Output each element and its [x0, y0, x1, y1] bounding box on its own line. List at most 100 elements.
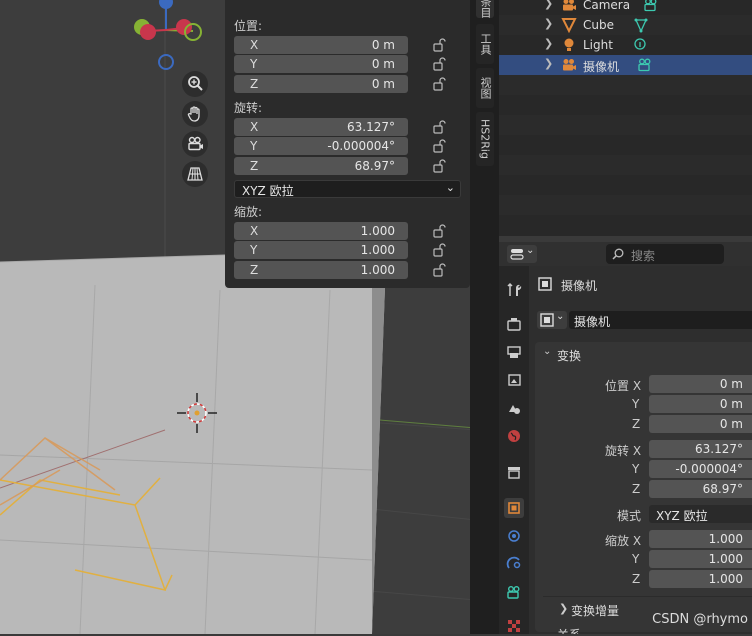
object-name-field[interactable]: 摄像机	[569, 311, 752, 329]
camera-data-icon[interactable]	[637, 57, 653, 73]
collection-icon	[508, 467, 520, 479]
pan-button[interactable]	[182, 101, 208, 127]
field-value: -0.000004°	[327, 139, 395, 153]
tab-view-layer[interactable]	[504, 370, 524, 390]
3d-viewport[interactable]: 位置: X 0 m Y 0 m Z 0 m 旋转: X 63.127° Y -0.0000…	[0, 0, 476, 634]
hand-icon	[187, 106, 200, 122]
camera-data-icon[interactable]	[643, 0, 659, 13]
properties-editor: ⌄ 搜索 摄像机 ⌄ 摄像机 ⌄ 变换 位置 X 0 m Y 0 m Z 0 m	[499, 242, 752, 634]
tab-object[interactable]	[504, 498, 524, 518]
tab-item[interactable]: 条目	[476, 0, 494, 18]
object-icon	[540, 313, 554, 327]
expand-arrow-icon[interactable]: ❯	[544, 17, 553, 30]
mesh-data-icon[interactable]	[633, 17, 649, 33]
scale-heading: 缩放:	[234, 205, 263, 219]
axis-label: Y	[250, 243, 258, 257]
perspective-toggle-button[interactable]	[182, 161, 208, 187]
outliner-row-selected-camera[interactable]: ❯ 摄像机	[499, 55, 752, 75]
cube-object	[0, 255, 385, 634]
editor-type-dropdown[interactable]: ⌄	[507, 245, 537, 263]
tab-output[interactable]	[504, 342, 524, 362]
prop-scale-z-field[interactable]: 1.000	[649, 570, 752, 588]
rotation-mode-dropdown[interactable]: XYZ 欧拉	[649, 505, 752, 523]
lock-icon[interactable]	[432, 224, 446, 238]
object-icon	[538, 277, 552, 291]
search-field[interactable]: 搜索	[606, 244, 724, 264]
constraint-icon	[506, 556, 521, 569]
tab-object-data[interactable]	[504, 582, 524, 602]
relations-panel-title[interactable]: 关系	[557, 626, 581, 634]
location-y-field[interactable]: Y 0 m	[234, 55, 408, 73]
tab-physics[interactable]	[504, 526, 524, 546]
outliner-row-cube[interactable]: ❯ Cube	[499, 15, 752, 35]
field-value: 0 m	[719, 377, 743, 391]
light-object-icon	[564, 38, 574, 51]
lock-icon[interactable]	[432, 120, 446, 134]
tab-world[interactable]	[504, 426, 524, 446]
scale-y-field[interactable]: Y 1.000	[234, 241, 408, 259]
transform-panel-title[interactable]: 变换	[557, 347, 581, 364]
outliner-row-light[interactable]: ❯ Light	[499, 35, 752, 55]
tab-collection[interactable]	[504, 462, 524, 482]
expand-arrow-icon[interactable]: ❯	[544, 0, 553, 10]
divider	[543, 596, 752, 597]
camera-object-icon	[563, 59, 576, 71]
location-z-field[interactable]: Z 0 m	[234, 75, 408, 93]
expand-arrow-icon[interactable]: ❯	[544, 57, 553, 70]
light-data-icon[interactable]	[632, 37, 648, 53]
properties-editor-icon	[510, 249, 524, 260]
scale-x-field[interactable]: X 1.000	[234, 222, 408, 240]
physics-icon	[508, 530, 520, 542]
lock-icon[interactable]	[432, 139, 446, 153]
delta-transform-subpanel[interactable]: 变换增量	[571, 602, 619, 619]
axis-label: X	[250, 120, 259, 134]
chevron-right-icon[interactable]: ❯	[559, 602, 568, 615]
lock-icon[interactable]	[432, 159, 446, 173]
tab-tool-settings[interactable]	[504, 280, 524, 300]
lock-icon[interactable]	[432, 57, 446, 71]
search-icon	[612, 248, 624, 260]
outliner-empty-row	[499, 75, 752, 95]
grid-perspective-icon	[187, 167, 203, 181]
field-value: 63.127°	[695, 442, 743, 456]
zoom-button[interactable]	[182, 71, 208, 97]
tab-scene[interactable]	[504, 398, 524, 418]
tab-constraints[interactable]	[504, 554, 524, 574]
rotation-y-label: Y	[632, 462, 640, 476]
location-x-field[interactable]: X 0 m	[234, 36, 408, 54]
tab-texture[interactable]	[504, 616, 524, 636]
scale-z-label: Z	[632, 572, 641, 586]
rotation-z-field[interactable]: Z 68.97°	[234, 157, 408, 175]
prop-scale-x-field[interactable]: 1.000	[649, 530, 752, 548]
outliner-row-camera[interactable]: ❯ Camera	[499, 0, 752, 15]
prop-location-z-field[interactable]: 0 m	[649, 415, 752, 433]
prop-scale-y-field[interactable]: 1.000	[649, 550, 752, 568]
axis-label: Y	[250, 57, 258, 71]
prop-rotation-z-field[interactable]: 68.97°	[649, 480, 752, 498]
field-value: 1.000	[708, 552, 743, 566]
tab-render[interactable]	[504, 314, 524, 334]
rotation-y-field[interactable]: Y -0.000004°	[234, 137, 408, 155]
tab-view[interactable]: 视图	[476, 68, 494, 108]
expand-arrow-icon[interactable]: ❯	[544, 37, 553, 50]
rotation-mode-dropdown[interactable]: XYZ 欧拉 ⌄	[234, 180, 461, 198]
tab-hs2rig[interactable]: HS2Rig	[476, 112, 494, 166]
lock-icon[interactable]	[432, 38, 446, 52]
tab-tool[interactable]: 工具	[476, 24, 494, 64]
rotation-x-field[interactable]: X 63.127°	[234, 118, 408, 136]
scale-z-field[interactable]: Z 1.000	[234, 261, 408, 279]
outliner-empty-row	[499, 195, 752, 215]
lock-icon[interactable]	[432, 77, 446, 91]
axis-label: Z	[250, 263, 259, 277]
object-browse-dropdown[interactable]: ⌄	[537, 311, 567, 329]
chevron-down-icon[interactable]: ⌄	[543, 346, 551, 357]
camera-view-button[interactable]	[182, 131, 208, 157]
prop-location-x-field[interactable]: 0 m	[649, 375, 752, 393]
scale-y-label: Y	[632, 552, 640, 566]
lock-icon[interactable]	[432, 243, 446, 257]
prop-rotation-x-field[interactable]: 63.127°	[649, 440, 752, 458]
field-value: 0 m	[719, 417, 743, 431]
prop-location-y-field[interactable]: 0 m	[649, 395, 752, 413]
prop-rotation-y-field[interactable]: -0.000004°	[649, 460, 752, 478]
lock-icon[interactable]	[432, 263, 446, 277]
